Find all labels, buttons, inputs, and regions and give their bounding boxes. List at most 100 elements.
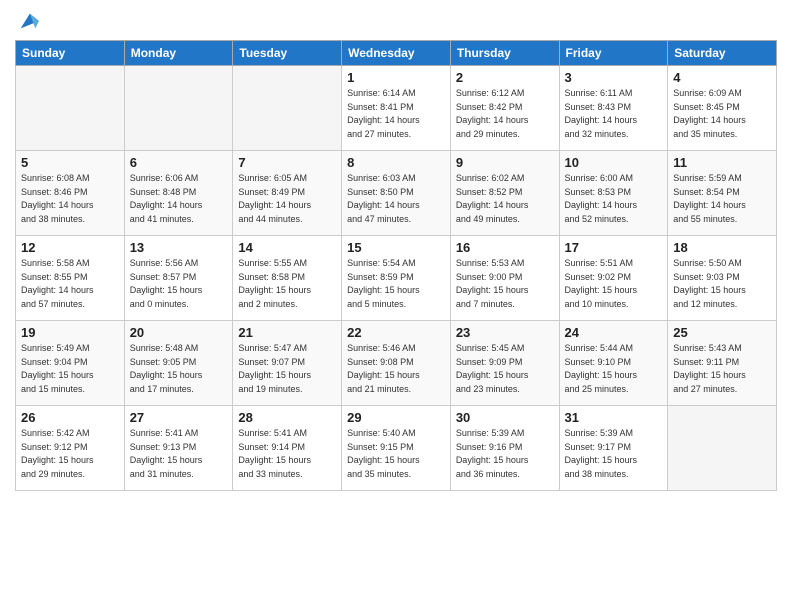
day-number: 28 xyxy=(238,410,336,425)
calendar-cell: 9Sunrise: 6:02 AMSunset: 8:52 PMDaylight… xyxy=(450,151,559,236)
day-number: 9 xyxy=(456,155,554,170)
day-info: Sunrise: 5:56 AMSunset: 8:57 PMDaylight:… xyxy=(130,257,228,311)
day-info: Sunrise: 5:41 AMSunset: 9:13 PMDaylight:… xyxy=(130,427,228,481)
calendar-cell: 25 Sunrise: 5:43 AMSunset: 9:11 PMDayligh… xyxy=(668,321,777,406)
calendar-week-4: 19 Sunrise: 5:49 AMSunset: 9:04 PMDayligh… xyxy=(16,321,777,406)
day-info: Sunrise: 5:53 AMSunset: 9:00 PMDaylight:… xyxy=(456,257,554,311)
day-number: 7 xyxy=(238,155,336,170)
day-info: Sunrise: 5:39 AMSunset: 9:16 PMDaylight:… xyxy=(456,427,554,481)
calendar-cell: 20 Sunrise: 5:48 AMSunset: 9:05 PMDayligh… xyxy=(124,321,233,406)
day-header-tuesday: Tuesday xyxy=(233,41,342,66)
calendar-cell: 15 Sunrise: 5:54 AMSunset: 8:59 PMDayligh… xyxy=(342,236,451,321)
day-info: Sunrise: 6:08 AMSunset: 8:46 PMDaylight:… xyxy=(21,172,119,226)
day-number: 22 xyxy=(347,325,445,340)
calendar-cell: 8 Sunrise: 6:03 AMSunset: 8:50 PMDaylight… xyxy=(342,151,451,236)
day-number: 19 xyxy=(21,325,119,340)
logo xyxy=(15,10,39,32)
day-info: Sunrise: 6:14 AMSunset: 8:41 PMDaylight:… xyxy=(347,87,445,141)
calendar-cell xyxy=(668,406,777,491)
calendar-week-1: 1 Sunrise: 6:14 AMSunset: 8:41 PMDaylight… xyxy=(16,66,777,151)
day-info: Sunrise: 6:11 AMSunset: 8:43 PMDaylight:… xyxy=(565,87,663,141)
calendar-cell: 16 Sunrise: 5:53 AMSunset: 9:00 PMDayligh… xyxy=(450,236,559,321)
logo-icon xyxy=(17,10,39,32)
day-info: Sunrise: 6:00 AMSunset: 8:53 PMDaylight:… xyxy=(565,172,663,226)
day-number: 16 xyxy=(456,240,554,255)
calendar-cell: 30 Sunrise: 5:39 AMSunset: 9:16 PMDayligh… xyxy=(450,406,559,491)
calendar-cell: 31 Sunrise: 5:39 AMSunset: 9:17 PMDayligh… xyxy=(559,406,668,491)
calendar-table: SundayMondayTuesdayWednesdayThursdayFrid… xyxy=(15,40,777,491)
day-number: 1 xyxy=(347,70,445,85)
day-number: 25 xyxy=(673,325,771,340)
day-number: 4 xyxy=(673,70,771,85)
day-header-sunday: Sunday xyxy=(16,41,125,66)
day-number: 15 xyxy=(347,240,445,255)
calendar-cell: 17 Sunrise: 5:51 AMSunset: 9:02 PMDayligh… xyxy=(559,236,668,321)
day-info: Sunrise: 5:55 AMSunset: 8:58 PMDaylight:… xyxy=(238,257,336,311)
calendar-cell: 1 Sunrise: 6:14 AMSunset: 8:41 PMDaylight… xyxy=(342,66,451,151)
calendar-cell xyxy=(124,66,233,151)
calendar-cell: 29 Sunrise: 5:40 AMSunset: 9:15 PMDayligh… xyxy=(342,406,451,491)
calendar-cell: 11Sunrise: 5:59 AMSunset: 8:54 PMDayligh… xyxy=(668,151,777,236)
day-info: Sunrise: 5:40 AMSunset: 9:15 PMDaylight:… xyxy=(347,427,445,481)
day-info: Sunrise: 5:59 AMSunset: 8:54 PMDaylight:… xyxy=(673,172,771,226)
day-number: 20 xyxy=(130,325,228,340)
day-info: Sunrise: 6:06 AMSunset: 8:48 PMDaylight:… xyxy=(130,172,228,226)
calendar-cell: 3 Sunrise: 6:11 AMSunset: 8:43 PMDaylight… xyxy=(559,66,668,151)
calendar-cell: 19 Sunrise: 5:49 AMSunset: 9:04 PMDayligh… xyxy=(16,321,125,406)
day-number: 26 xyxy=(21,410,119,425)
day-info: Sunrise: 6:09 AMSunset: 8:45 PMDaylight:… xyxy=(673,87,771,141)
day-info: Sunrise: 5:39 AMSunset: 9:17 PMDaylight:… xyxy=(565,427,663,481)
calendar-cell: 10 Sunrise: 6:00 AMSunset: 8:53 PMDayligh… xyxy=(559,151,668,236)
day-info: Sunrise: 5:43 AMSunset: 9:11 PMDaylight:… xyxy=(673,342,771,396)
calendar-cell: 18 Sunrise: 5:50 AMSunset: 9:03 PMDayligh… xyxy=(668,236,777,321)
calendar-cell xyxy=(16,66,125,151)
day-number: 30 xyxy=(456,410,554,425)
calendar-cell: 14 Sunrise: 5:55 AMSunset: 8:58 PMDayligh… xyxy=(233,236,342,321)
calendar-cell: 5 Sunrise: 6:08 AMSunset: 8:46 PMDaylight… xyxy=(16,151,125,236)
calendar-cell: 21Sunrise: 5:47 AMSunset: 9:07 PMDayligh… xyxy=(233,321,342,406)
day-number: 8 xyxy=(347,155,445,170)
day-info: Sunrise: 5:47 AMSunset: 9:07 PMDaylight:… xyxy=(238,342,336,396)
calendar-week-3: 12 Sunrise: 5:58 AMSunset: 8:55 PMDayligh… xyxy=(16,236,777,321)
day-number: 24 xyxy=(565,325,663,340)
calendar-cell: 4 Sunrise: 6:09 AMSunset: 8:45 PMDaylight… xyxy=(668,66,777,151)
day-header-thursday: Thursday xyxy=(450,41,559,66)
day-info: Sunrise: 5:45 AMSunset: 9:09 PMDaylight:… xyxy=(456,342,554,396)
day-info: Sunrise: 5:44 AMSunset: 9:10 PMDaylight:… xyxy=(565,342,663,396)
calendar-cell: 23Sunrise: 5:45 AMSunset: 9:09 PMDayligh… xyxy=(450,321,559,406)
day-info: Sunrise: 5:49 AMSunset: 9:04 PMDaylight:… xyxy=(21,342,119,396)
calendar-cell: 6Sunrise: 6:06 AMSunset: 8:48 PMDaylight… xyxy=(124,151,233,236)
day-number: 10 xyxy=(565,155,663,170)
day-number: 29 xyxy=(347,410,445,425)
day-info: Sunrise: 5:50 AMSunset: 9:03 PMDaylight:… xyxy=(673,257,771,311)
day-number: 12 xyxy=(21,240,119,255)
day-info: Sunrise: 6:03 AMSunset: 8:50 PMDaylight:… xyxy=(347,172,445,226)
day-header-monday: Monday xyxy=(124,41,233,66)
day-number: 2 xyxy=(456,70,554,85)
calendar-cell: 27 Sunrise: 5:41 AMSunset: 9:13 PMDayligh… xyxy=(124,406,233,491)
day-info: Sunrise: 6:05 AMSunset: 8:49 PMDaylight:… xyxy=(238,172,336,226)
day-header-saturday: Saturday xyxy=(668,41,777,66)
day-info: Sunrise: 5:54 AMSunset: 8:59 PMDaylight:… xyxy=(347,257,445,311)
calendar-cell: 7 Sunrise: 6:05 AMSunset: 8:49 PMDaylight… xyxy=(233,151,342,236)
day-info: Sunrise: 6:12 AMSunset: 8:42 PMDaylight:… xyxy=(456,87,554,141)
day-info: Sunrise: 5:58 AMSunset: 8:55 PMDaylight:… xyxy=(21,257,119,311)
calendar-cell: 26Sunrise: 5:42 AMSunset: 9:12 PMDayligh… xyxy=(16,406,125,491)
day-info: Sunrise: 5:46 AMSunset: 9:08 PMDaylight:… xyxy=(347,342,445,396)
calendar-week-2: 5 Sunrise: 6:08 AMSunset: 8:46 PMDaylight… xyxy=(16,151,777,236)
day-number: 5 xyxy=(21,155,119,170)
day-info: Sunrise: 5:51 AMSunset: 9:02 PMDaylight:… xyxy=(565,257,663,311)
day-number: 3 xyxy=(565,70,663,85)
day-info: Sunrise: 5:48 AMSunset: 9:05 PMDaylight:… xyxy=(130,342,228,396)
calendar-cell: 12 Sunrise: 5:58 AMSunset: 8:55 PMDayligh… xyxy=(16,236,125,321)
day-number: 31 xyxy=(565,410,663,425)
page-header xyxy=(15,10,777,32)
day-number: 18 xyxy=(673,240,771,255)
day-header-wednesday: Wednesday xyxy=(342,41,451,66)
day-number: 27 xyxy=(130,410,228,425)
calendar-cell: 13Sunrise: 5:56 AMSunset: 8:57 PMDayligh… xyxy=(124,236,233,321)
day-number: 14 xyxy=(238,240,336,255)
day-header-friday: Friday xyxy=(559,41,668,66)
calendar-cell: 22 Sunrise: 5:46 AMSunset: 9:08 PMDayligh… xyxy=(342,321,451,406)
day-number: 17 xyxy=(565,240,663,255)
